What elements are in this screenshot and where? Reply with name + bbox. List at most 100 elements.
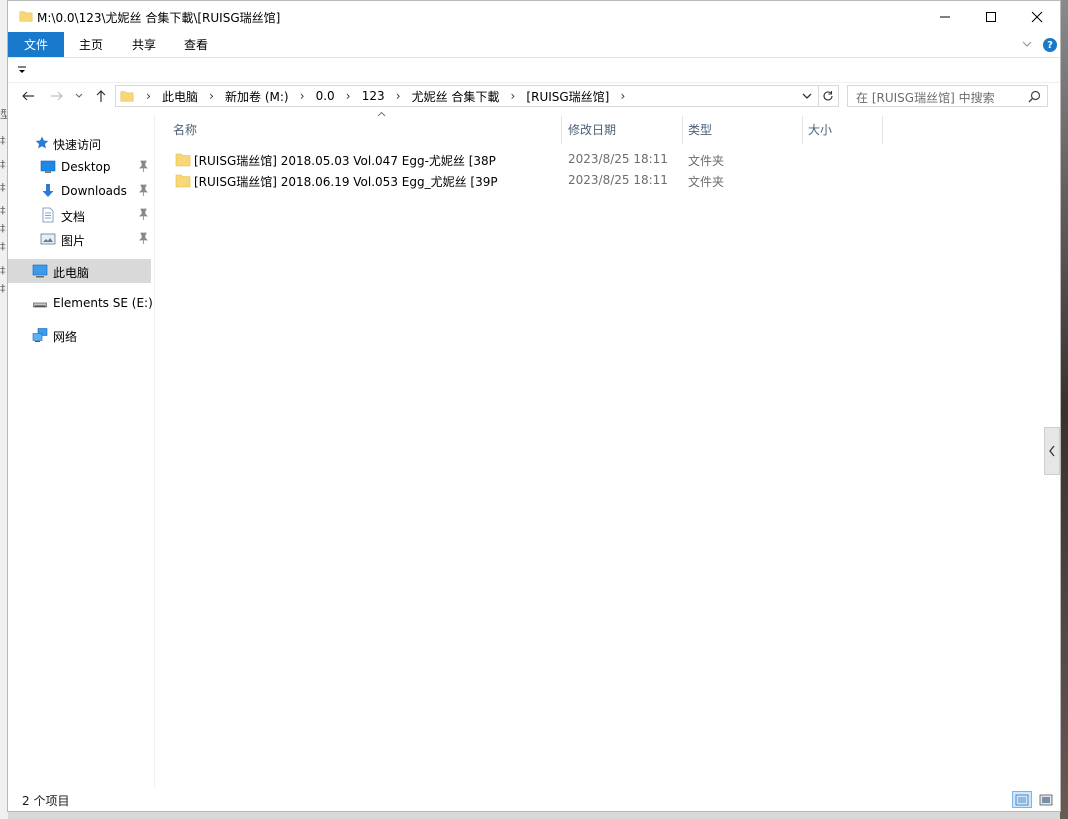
breadcrumb-item[interactable]: 0.0 — [313, 89, 338, 103]
address-history-dropdown-icon[interactable] — [800, 89, 814, 103]
nav-item-this-pc[interactable]: 此电脑 — [8, 259, 151, 283]
folder-icon — [120, 91, 134, 102]
back-button[interactable] — [20, 88, 36, 104]
column-header-name[interactable]: 名称 — [173, 111, 553, 144]
breadcrumb-separator-icon[interactable]: › — [502, 89, 523, 103]
breadcrumb-item[interactable]: 此电脑 — [159, 88, 201, 105]
column-divider[interactable] — [682, 116, 683, 144]
download-icon — [42, 184, 54, 197]
search-placeholder: 在 [RUISG瑞丝馆] 中搜索 — [856, 91, 995, 105]
document-icon — [42, 207, 54, 223]
help-icon[interactable]: ? — [1043, 38, 1057, 52]
star-icon — [35, 136, 49, 149]
forward-button[interactable] — [49, 88, 65, 104]
nav-item-label: Desktop — [61, 160, 111, 174]
file-explorer-window: M:\0.0\123\尤妮丝 合集下載\[RUISG瑞丝馆] 文件 主页 共享 … — [7, 0, 1061, 812]
breadcrumb-separator-icon[interactable]: › — [388, 89, 409, 103]
folder-icon — [175, 153, 191, 167]
breadcrumb-separator-icon[interactable]: › — [201, 89, 222, 103]
refresh-button[interactable] — [817, 85, 839, 107]
column-header-type[interactable]: 类型 — [688, 114, 800, 144]
background-text: ‡ — [0, 240, 6, 253]
close-button[interactable] — [1014, 1, 1060, 32]
up-button[interactable] — [93, 88, 109, 104]
status-bar: 2 个项目 — [8, 787, 1060, 811]
nav-item-documents[interactable]: 文档 — [8, 203, 151, 227]
desktop-icon — [40, 160, 56, 173]
computer-icon — [32, 264, 48, 278]
folder-icon — [19, 11, 33, 22]
file-type: 文件夹 — [688, 154, 725, 168]
pin-icon — [139, 184, 148, 196]
background-text: ‡ — [0, 282, 6, 295]
nav-item-label: Elements SE (E:) — [53, 296, 153, 310]
breadcrumb-item[interactable]: [RUISG瑞丝馆] — [523, 88, 612, 105]
breadcrumb: › 此电脑 › 新加卷 (M:) › 0.0 › 123 › 尤妮丝 合集下載 … — [138, 86, 633, 106]
tab-home[interactable]: 主页 — [79, 32, 103, 57]
column-divider[interactable] — [882, 116, 883, 144]
column-header-size[interactable]: 大小 — [808, 114, 880, 144]
column-header-date[interactable]: 修改日期 — [568, 114, 680, 144]
tab-file[interactable]: 文件 — [8, 32, 64, 57]
nav-item-pictures[interactable]: 图片 — [8, 227, 151, 251]
file-modified-date: 2023/8/25 18:11 — [568, 173, 668, 187]
breadcrumb-item[interactable]: 尤妮丝 合集下載 — [409, 88, 503, 105]
chevron-down-icon — [75, 93, 83, 98]
breadcrumb-item[interactable]: 新加卷 (M:) — [222, 88, 292, 105]
column-divider[interactable] — [561, 116, 562, 144]
table-row[interactable]: [RUISG瑞丝馆] 2018.05.03 Vol.047 Egg-尤妮丝 [3… — [171, 149, 871, 170]
nav-item-desktop[interactable]: Desktop — [8, 155, 151, 179]
search-box[interactable]: 在 [RUISG瑞丝馆] 中搜索 — [847, 85, 1048, 107]
breadcrumb-separator-icon[interactable]: › — [338, 89, 359, 103]
breadcrumb-separator-icon[interactable]: › — [612, 89, 633, 103]
drive-icon — [33, 302, 47, 308]
tab-share[interactable]: 共享 — [132, 32, 156, 57]
quick-access-toolbar — [8, 58, 1060, 83]
breadcrumb-item[interactable]: 123 — [359, 89, 388, 103]
navigation-bar: › 此电脑 › 新加卷 (M:) › 0.0 › 123 › 尤妮丝 合集下載 … — [8, 84, 1060, 110]
minimize-icon — [940, 16, 950, 17]
arrow-left-icon — [22, 91, 34, 101]
background-text: ‡ — [0, 204, 6, 217]
minimize-button[interactable] — [922, 1, 968, 32]
details-view-button[interactable] — [1012, 791, 1032, 808]
refresh-icon — [822, 91, 833, 101]
nav-item-network[interactable]: 网络 — [8, 323, 151, 347]
arrow-right-icon — [51, 91, 63, 101]
navigation-pane: 快速访问 Desktop Downloads 文档 图片 此电脑 Element… — [8, 114, 155, 787]
title-bar[interactable]: M:\0.0\123\尤妮丝 合集下載\[RUISG瑞丝馆] — [8, 1, 1060, 32]
breadcrumb-separator-icon[interactable]: › — [292, 89, 313, 103]
nav-item-label: 快速访问 — [53, 138, 102, 152]
breadcrumb-separator-icon[interactable]: › — [138, 89, 159, 103]
nav-item-downloads[interactable]: Downloads — [8, 179, 151, 203]
tab-view[interactable]: 查看 — [184, 32, 208, 57]
file-name: [RUISG瑞丝馆] 2018.05.03 Vol.047 Egg-尤妮丝 [3… — [194, 154, 496, 168]
background-text: ‡ — [0, 222, 6, 235]
nav-item-label: 网络 — [53, 330, 78, 344]
pin-icon — [139, 232, 148, 244]
large-icons-view-button[interactable] — [1036, 791, 1056, 808]
search-icon[interactable] — [1028, 90, 1041, 103]
file-name: [RUISG瑞丝馆] 2018.06.19 Vol.053 Egg_尤妮丝 [3… — [194, 175, 498, 189]
window-title: M:\0.0\123\尤妮丝 合集下載\[RUISG瑞丝馆] — [37, 11, 281, 25]
address-bar[interactable]: › 此电脑 › 新加卷 (M:) › 0.0 › 123 › 尤妮丝 合集下載 … — [115, 85, 819, 107]
customize-toolbar-dropdown-icon[interactable] — [16, 64, 28, 76]
sort-ascending-icon — [377, 111, 386, 117]
nav-item-quick-access[interactable]: 快速访问 — [8, 131, 151, 155]
table-row[interactable]: [RUISG瑞丝馆] 2018.06.19 Vol.053 Egg_尤妮丝 [3… — [171, 170, 871, 191]
nav-item-elements-se[interactable]: Elements SE (E:) — [8, 291, 153, 315]
recent-locations-button[interactable] — [73, 88, 85, 104]
file-list: 名称 修改日期 类型 大小 [RUISG瑞丝馆] 2018.05.03 Vol.… — [155, 111, 1061, 787]
item-count: 2 个项目 — [22, 794, 70, 808]
pin-icon — [139, 160, 148, 172]
nav-item-label: 图片 — [61, 234, 86, 248]
expand-ribbon-chevron-icon[interactable] — [1020, 37, 1034, 51]
background-text: ‡ — [0, 264, 6, 277]
background-text: ‡ — [0, 158, 6, 171]
column-divider[interactable] — [802, 116, 803, 144]
column-header-label: 名称 — [173, 122, 198, 137]
maximize-button[interactable] — [968, 1, 1014, 32]
close-icon — [1031, 11, 1043, 22]
file-type: 文件夹 — [688, 175, 725, 189]
preview-pane-toggle[interactable] — [1044, 427, 1060, 475]
